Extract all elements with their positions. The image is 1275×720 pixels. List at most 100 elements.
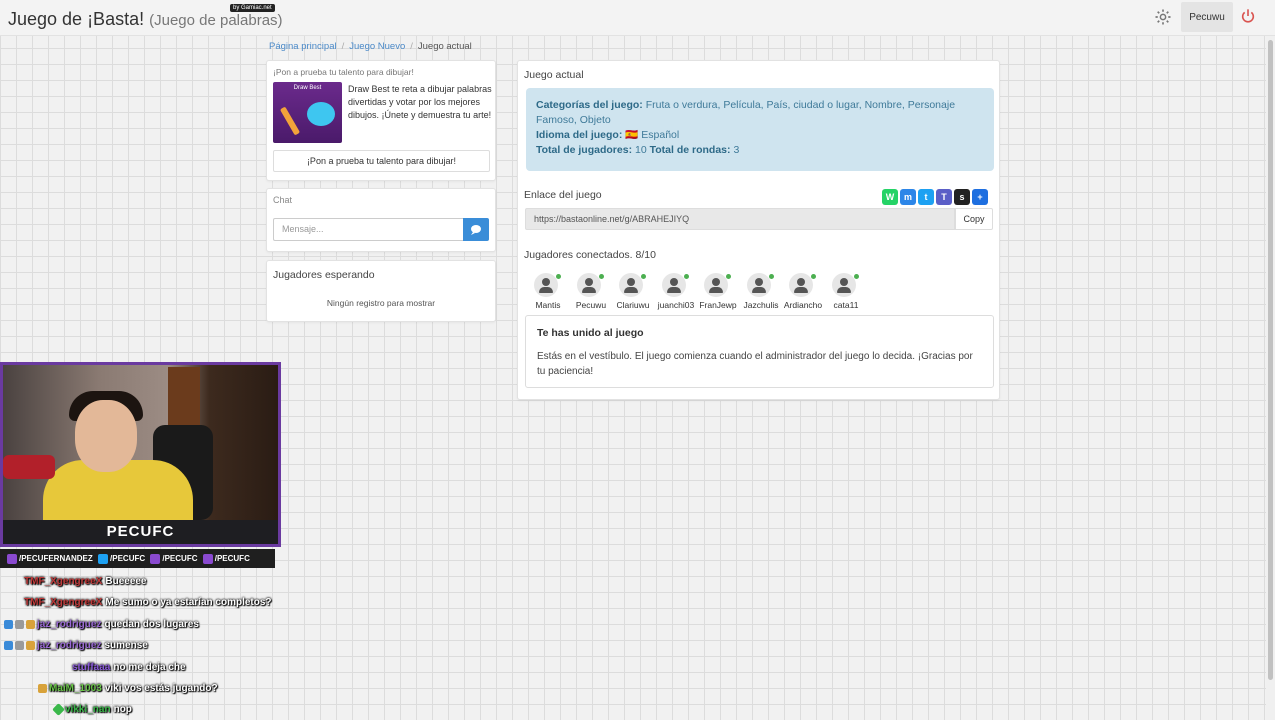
- chat-user: MaiM_1003: [49, 683, 102, 694]
- current-game-panel: Juego actual Categorías del juego: Fruta…: [517, 60, 1000, 400]
- chat-message-input[interactable]: Mensaje...: [273, 218, 463, 241]
- chat-line: TMF_XgengreeX Bueeeee: [24, 576, 147, 594]
- chat-line: vikki_nan nop: [52, 702, 132, 720]
- chat-user: stuffaaa: [72, 662, 111, 673]
- badge-icon: [26, 619, 35, 629]
- social-handles-bar: /PECUFERNANDEZ /PECUFC /PECUFC /PECUFC: [0, 549, 275, 568]
- chat-user: jaz_rodriguez: [37, 640, 102, 651]
- chat-bubble-icon: [471, 225, 481, 235]
- gamiac-badge: by Gamiac.net: [230, 4, 275, 12]
- breadcrumb-home[interactable]: Página principal: [269, 41, 337, 52]
- breadcrumb-current: Juego actual: [417, 41, 472, 52]
- rounds-total-label: Total de rondas:: [649, 144, 731, 156]
- player-name: cata11: [833, 300, 859, 310]
- breadcrumb-separator: /: [341, 41, 345, 52]
- avatar-icon: [577, 273, 601, 297]
- app-subtitle: (Juego de palabras): [149, 12, 283, 29]
- chat-user: TMF_XgengreeX: [24, 576, 103, 587]
- whatsapp-icon[interactable]: W: [882, 189, 898, 205]
- joined-game-notice: Te has unido al juego Estás en el vestíb…: [525, 315, 994, 388]
- flag-icon: 🇪🇸: [625, 129, 639, 141]
- badge-icon: [26, 640, 35, 650]
- draw-best-image[interactable]: Draw Best: [273, 82, 342, 143]
- avatar-icon: [789, 273, 813, 297]
- waiting-players-empty: Ningún registro para mostrar: [326, 298, 436, 308]
- social-handle: /PECUFC: [162, 554, 198, 563]
- social-handle: /PECUFC: [214, 554, 250, 563]
- online-dot: [811, 274, 816, 279]
- app-title-text: Juego de ¡Basta!: [8, 9, 145, 29]
- twitter-icon: [98, 553, 109, 564]
- webcam-person-head: [75, 400, 137, 472]
- language-label: Idioma del juego:: [536, 129, 623, 141]
- online-dot: [854, 274, 859, 279]
- chat-user: TMF_XgengreeX: [24, 597, 103, 608]
- chat-line: stuffaaa no me deja che: [72, 662, 186, 680]
- top-bar: Juego de ¡Basta! (Juego de palabras) by …: [0, 0, 1275, 36]
- teams-icon[interactable]: T: [936, 189, 952, 205]
- scrollbar-thumb[interactable]: [1268, 40, 1273, 680]
- chat-message: nop: [113, 704, 132, 715]
- brush-icon: [279, 106, 301, 136]
- chat-message: Me sumo o ya estarían completos?: [105, 597, 272, 608]
- current-game-title: Juego actual: [524, 69, 584, 81]
- waiting-players-title: Jugadores esperando: [273, 269, 375, 281]
- waiting-players-panel: Jugadores esperando Ningún registro para…: [266, 260, 496, 322]
- kick-icon: [150, 553, 161, 564]
- avatar-icon: [662, 273, 686, 297]
- badge-icon: [38, 683, 47, 693]
- avatar-icon: [534, 273, 558, 297]
- chat-message: Bueeeee: [105, 576, 147, 587]
- badge-icon: [4, 619, 13, 629]
- user-menu-button[interactable]: Pecuwu: [1181, 2, 1233, 32]
- online-dot: [556, 274, 561, 279]
- add-icon[interactable]: +: [972, 189, 988, 205]
- chat-message: viki vos estás jugando?: [104, 683, 218, 694]
- twitch-icon: [7, 553, 17, 564]
- paint-splash-icon: [307, 102, 335, 126]
- chat-send-button[interactable]: [463, 218, 489, 241]
- badge-icon: [15, 619, 24, 629]
- badge-icon: [4, 640, 13, 650]
- chat-title: Chat: [273, 195, 293, 205]
- share-buttons: Wm t Ts +: [880, 187, 988, 205]
- twitter-icon[interactable]: t: [918, 189, 934, 205]
- breadcrumb-new-game[interactable]: Juego Nuevo: [349, 41, 405, 52]
- promo-text: Draw Best te reta a dibujar palabras div…: [348, 84, 492, 120]
- breadcrumb: Página principal / Juego Nuevo / Juego actua…: [269, 41, 472, 52]
- chat-panel: Chat Mensaje...: [266, 188, 496, 252]
- categories-label: Categorías del juego:: [536, 99, 643, 111]
- chat-line: MaiM_1003 viki vos estás jugando?: [38, 683, 218, 701]
- breadcrumb-separator: /: [410, 41, 413, 52]
- online-dot: [641, 274, 646, 279]
- copy-link-button[interactable]: Copy: [955, 208, 993, 230]
- online-dot: [599, 274, 604, 279]
- promo-button[interactable]: ¡Pon a prueba tu talento para dibujar!: [273, 150, 490, 172]
- player-item[interactable]: cata11: [824, 271, 868, 315]
- chat-user: vikki_nan: [65, 704, 111, 715]
- power-icon[interactable]: [1240, 8, 1256, 24]
- game-link-title: Enlace del juego: [524, 189, 602, 201]
- social-handle: /PECUFERNANDEZ: [19, 554, 93, 563]
- online-dot: [769, 274, 774, 279]
- chat-line: TMF_XgengreeX Me sumo o ya estarían compl…: [24, 597, 272, 615]
- game-link-field[interactable]: https://bastaonline.net/g/ABRAHEJIYQ: [525, 208, 955, 230]
- avatar-icon: [619, 273, 643, 297]
- app-title[interactable]: Juego de ¡Basta! (Juego de palabras): [8, 9, 283, 30]
- online-dot: [726, 274, 731, 279]
- draw-best-image-label: Draw Best: [293, 85, 322, 91]
- avatar-icon: [832, 273, 856, 297]
- messenger-icon[interactable]: m: [900, 189, 916, 205]
- page-scrollbar[interactable]: [1266, 36, 1275, 720]
- language-value: Español: [641, 129, 680, 141]
- chat-message: sumense: [104, 640, 148, 651]
- game-info-box: Categorías del juego: Fruta o verdura, P…: [526, 88, 994, 171]
- chat-user: jaz_rodriguez: [37, 619, 102, 630]
- webcam-label: PECUFC: [3, 520, 278, 544]
- social-handle: /PECUFC: [110, 554, 146, 563]
- gear-icon[interactable]: [1154, 8, 1172, 26]
- microphone-icon: [3, 455, 55, 479]
- online-dot: [684, 274, 689, 279]
- webcam-overlay: PECUFC: [0, 362, 281, 547]
- snapchat-icon[interactable]: s: [954, 189, 970, 205]
